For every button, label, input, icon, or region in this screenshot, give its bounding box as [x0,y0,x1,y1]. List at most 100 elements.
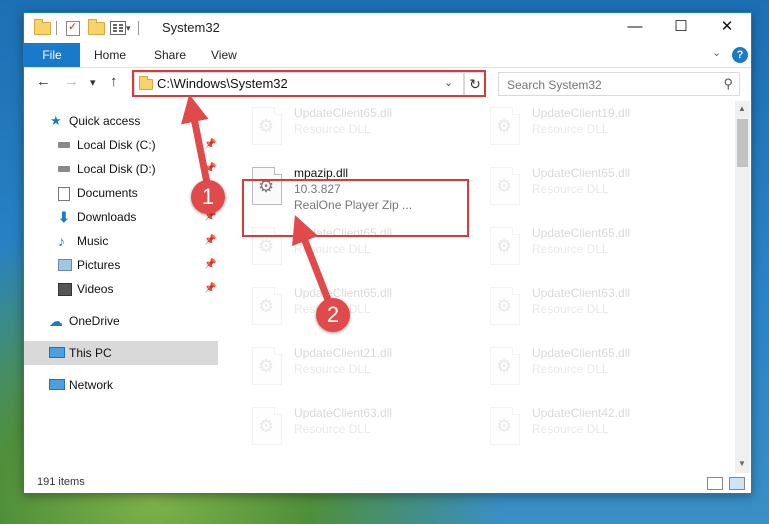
star-icon: ★ [50,113,62,128]
ribbon: File Home Share View ⌄ ? [24,43,751,68]
help-icon[interactable]: ? [732,47,748,63]
file-item[interactable]: UpdateClient65.dll Resource DLL [484,221,714,277]
sidebar-item-network[interactable]: Network [24,373,218,397]
file-item[interactable]: UpdateClient63.dll Resource DLL [484,281,714,337]
file-highlight-box [242,179,469,237]
file-name: UpdateClient19.dll [532,106,631,120]
search-box[interactable]: ⚲ [498,72,740,96]
sidebar-item-downloads[interactable]: ⬇ Downloads 📌 [24,205,218,229]
tab-home[interactable]: Home [94,43,126,67]
file-type: Resource DLL [532,242,609,256]
back-button[interactable]: ← [36,73,51,90]
large-icons-view-icon[interactable] [729,477,745,490]
details-view-icon[interactable] [707,477,723,490]
music-icon: ♪ [58,233,65,249]
file-name: UpdateClient42.dll [532,406,631,420]
file-type: Resource DLL [532,422,609,436]
pin-icon[interactable]: 📌 [204,157,216,181]
sidebar-item-local-disk-d[interactable]: Local Disk (D:) 📌 [24,157,218,181]
file-item[interactable]: UpdateClient63.dll Resource DLL [246,401,476,457]
file-item[interactable]: UpdateClient19.dll Resource DLL [484,101,714,157]
file-name: UpdateClient21.dll [294,346,393,360]
file-item[interactable]: UpdateClient65.dll Resource DLL [246,281,476,337]
status-bar: 191 items [24,473,751,493]
tab-file[interactable]: File [24,43,80,67]
scroll-up-icon[interactable]: ▲ [738,104,746,113]
file-item[interactable]: UpdateClient65.dll Resource DLL [484,161,714,217]
downloads-icon: ⬇ [58,209,70,225]
customize-dropdown-icon[interactable]: ▾ [126,19,131,37]
file-item[interactable]: UpdateClient42.dll Resource DLL [484,401,714,457]
sidebar-item-pictures[interactable]: Pictures 📌 [24,253,218,277]
pin-icon[interactable]: 📌 [204,133,216,157]
tab-share[interactable]: Share [154,43,186,67]
network-icon [49,379,65,390]
properties-icon[interactable] [66,19,80,37]
file-name: UpdateClient63.dll [294,406,393,420]
vertical-scrollbar[interactable]: ▲ ▼ [735,101,750,473]
sidebar-item-quick-access[interactable]: ★ Quick access [24,109,218,133]
folder-icon [34,18,51,37]
cloud-icon: ☁ [49,313,63,329]
sidebar-item-music[interactable]: ♪ Music 📌 [24,229,218,253]
minimize-button[interactable]: — [612,13,658,43]
file-list: UpdateClient65.dll Resource DLL mpazip.d… [236,101,736,473]
file-type: Resource DLL [532,302,609,316]
up-button[interactable]: ↑ [110,73,118,90]
search-icon: ⚲ [723,76,733,91]
step-2-badge: 2 [316,298,350,332]
dll-file-icon [490,227,520,265]
file-item[interactable]: UpdateClient65.dll Resource DLL [484,341,714,397]
recent-locations-button[interactable]: ▾ [90,76,96,89]
sidebar-item-label: Local Disk (D:) [77,162,156,176]
navigation-bar: ← → ▾ ↑ C:\Windows\System32 ⌄ ↻ ⚲ [24,69,751,99]
documents-icon [58,187,70,201]
dll-file-icon [490,107,520,145]
view-options-icon[interactable] [110,19,126,37]
sidebar-item-documents[interactable]: Documents 📌 [24,181,218,205]
search-input[interactable] [505,77,709,93]
sidebar-item-label: This PC [69,346,112,360]
dll-file-icon [252,347,282,385]
pin-icon[interactable]: 📌 [204,229,216,253]
file-type: Resource DLL [294,122,371,136]
dll-file-icon [252,287,282,325]
file-item[interactable]: UpdateClient65.dll Resource DLL [246,101,476,157]
tab-view[interactable]: View [211,43,237,67]
sidebar-item-label: Network [69,378,114,392]
file-type: Resource DLL [532,122,609,136]
title-bar: ▾ System32 — ☐ ✕ [24,13,751,43]
new-folder-icon[interactable] [88,18,105,37]
sidebar-item-local-disk-c[interactable]: Local Disk (C:) 📌 [24,133,218,157]
sidebar-item-label: Local Disk (C:) [77,138,156,152]
file-explorer-window: ▾ System32 — ☐ ✕ File Home Share View ⌄ … [23,12,752,494]
pin-icon[interactable]: 📌 [204,277,216,301]
dll-file-icon [252,107,282,145]
sidebar-item-label: Videos [77,282,114,296]
close-button[interactable]: ✕ [704,13,750,43]
sidebar-item-onedrive[interactable]: ☁ OneDrive [24,309,218,333]
file-type: Resource DLL [532,362,609,376]
file-type: Resource DLL [532,182,609,196]
step-1-badge: 1 [191,180,225,214]
sidebar-item-label: Documents [77,186,138,200]
file-name: UpdateClient65.dll [294,106,393,120]
forward-button[interactable]: → [64,73,79,90]
file-name: UpdateClient65.dll [532,226,631,240]
sidebar-item-videos[interactable]: Videos 📌 [24,277,218,301]
sidebar-item-label: Quick access [69,114,141,128]
pin-icon[interactable]: 📌 [204,253,216,277]
file-name: UpdateClient63.dll [532,286,631,300]
file-item[interactable]: UpdateClient21.dll Resource DLL [246,341,476,397]
maximize-button[interactable]: ☐ [658,13,704,43]
scrollbar-thumb[interactable] [737,119,748,167]
expand-ribbon-icon[interactable]: ⌄ [712,46,721,59]
drive-icon [58,166,70,172]
file-name: UpdateClient65.dll [532,166,631,180]
file-type: Resource DLL [294,242,371,256]
file-type: Resource DLL [294,362,371,376]
pictures-icon [58,259,72,271]
scroll-down-icon[interactable]: ▼ [738,459,746,468]
file-name: UpdateClient65.dll [532,346,631,360]
sidebar-item-this-pc[interactable]: This PC [24,341,218,365]
